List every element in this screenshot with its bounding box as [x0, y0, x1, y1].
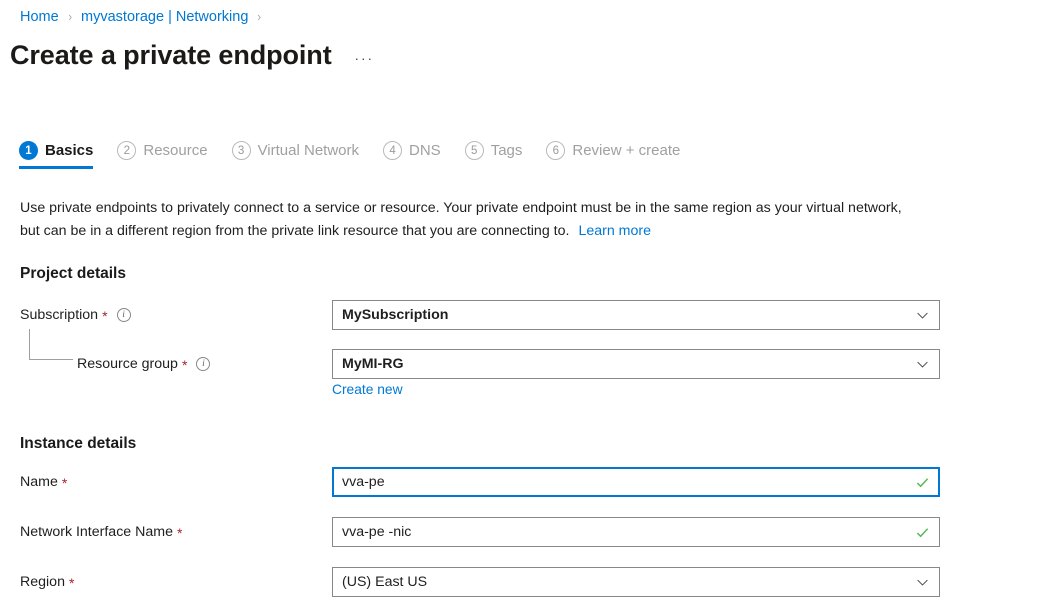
tab-step-number: 3 [232, 141, 251, 160]
breadcrumb: Home › myvastorage | Networking › [20, 7, 271, 27]
wizard-tabs: 1 Basics 2 Resource 3 Virtual Network 4 … [19, 141, 704, 169]
network-interface-name-label-text: Network Interface Name [20, 524, 173, 540]
tab-virtual-network[interactable]: 3 Virtual Network [232, 141, 359, 169]
form-row-subscription: Subscription * i MySubscription [0, 300, 1037, 330]
page-description: Use private endpoints to privately conne… [20, 197, 920, 243]
tab-tags[interactable]: 5 Tags [465, 141, 523, 169]
tab-review-create[interactable]: 6 Review + create [546, 141, 680, 169]
tab-step-number: 6 [546, 141, 565, 160]
tab-label: Basics [45, 141, 93, 160]
tab-step-number: 5 [465, 141, 484, 160]
tab-step-number: 2 [117, 141, 136, 160]
required-asterisk: * [69, 576, 74, 590]
subscription-dropdown[interactable]: MySubscription [332, 300, 940, 330]
chevron-down-icon [916, 358, 929, 371]
region-dropdown[interactable]: (US) East US [332, 567, 940, 597]
form-row-region: Region * (US) East US [0, 567, 1037, 597]
subscription-label-text: Subscription [20, 307, 98, 323]
region-label-text: Region [20, 574, 65, 590]
page-header: Create a private endpoint ··· [10, 38, 374, 72]
subscription-value: MySubscription [342, 307, 916, 323]
form-row-resource-group: Resource group * i MyMI-RG [0, 349, 1037, 379]
breadcrumb-separator-icon: › [258, 7, 262, 27]
region-label: Region * [20, 567, 74, 597]
name-label-text: Name [20, 474, 58, 490]
create-new-resource-group-link[interactable]: Create new [332, 382, 403, 397]
resource-group-dropdown[interactable]: MyMI-RG [332, 349, 940, 379]
tab-label: Tags [491, 141, 523, 160]
tab-basics[interactable]: 1 Basics [19, 141, 93, 169]
breadcrumb-separator-icon: › [68, 7, 72, 27]
tab-label: Resource [143, 141, 207, 160]
valid-check-icon [915, 525, 930, 540]
name-input[interactable]: vva-pe [332, 467, 940, 497]
name-label: Name * [20, 467, 67, 497]
tab-label: DNS [409, 141, 441, 160]
region-value: (US) East US [342, 574, 916, 590]
tab-label: Virtual Network [258, 141, 359, 160]
learn-more-link[interactable]: Learn more [578, 223, 651, 239]
resource-group-value: MyMI-RG [342, 356, 916, 372]
resource-group-label: Resource group * i [77, 349, 210, 379]
network-interface-name-input[interactable]: vva-pe -nic [332, 517, 940, 547]
required-asterisk: * [177, 526, 182, 540]
info-icon[interactable]: i [117, 308, 131, 322]
tab-step-number: 1 [19, 141, 38, 160]
tab-dns[interactable]: 4 DNS [383, 141, 441, 169]
section-heading-project-details: Project details [20, 265, 126, 283]
breadcrumb-item-myvastorage-networking[interactable]: myvastorage | Networking [81, 7, 248, 27]
required-asterisk: * [62, 476, 67, 490]
form-row-name: Name * vva-pe [0, 467, 1037, 497]
required-asterisk: * [102, 309, 107, 323]
more-options-icon[interactable]: ··· [355, 54, 375, 64]
info-icon[interactable]: i [196, 357, 210, 371]
chevron-down-icon [916, 309, 929, 322]
required-asterisk: * [182, 358, 187, 372]
name-value: vva-pe [342, 474, 915, 490]
page-title: Create a private endpoint [10, 38, 332, 72]
tab-resource[interactable]: 2 Resource [117, 141, 207, 169]
tab-label: Review + create [572, 141, 680, 160]
network-interface-name-label: Network Interface Name * [20, 517, 182, 547]
section-heading-instance-details: Instance details [20, 435, 136, 453]
valid-check-icon [915, 475, 930, 490]
description-text: Use private endpoints to privately conne… [20, 200, 902, 239]
network-interface-name-value: vva-pe -nic [342, 524, 915, 540]
form-row-network-interface-name: Network Interface Name * vva-pe -nic [0, 517, 1037, 547]
chevron-down-icon [916, 576, 929, 589]
tab-step-number: 4 [383, 141, 402, 160]
resource-group-label-text: Resource group [77, 356, 178, 372]
subscription-label: Subscription * i [20, 300, 131, 330]
breadcrumb-item-home[interactable]: Home [20, 7, 59, 27]
